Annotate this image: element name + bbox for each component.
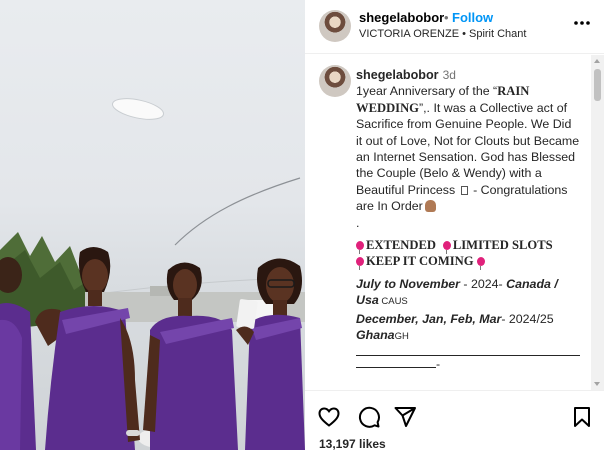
- post-time[interactable]: 3d: [443, 68, 456, 82]
- likes-count[interactable]: 13,197 likes: [319, 437, 386, 450]
- bridesmaids-photo: [0, 98, 305, 450]
- caption-limited-slots: LIMITED SLOTS: [452, 238, 553, 253]
- separator-dot: •: [444, 10, 449, 25]
- tour1-code: CAUS: [378, 296, 408, 308]
- caption-keep-it-coming: KEEP IT COMING: [366, 254, 474, 269]
- tour2-place: Ghana: [356, 328, 395, 343]
- scrollbar[interactable]: [591, 55, 604, 390]
- tour1-dates: July to November: [356, 276, 460, 291]
- action-bar: 13,197 likes: [305, 390, 604, 450]
- scrollbar-thumb[interactable]: [594, 69, 601, 101]
- caption-text-1: 1year Anniversary of the “: [356, 84, 498, 99]
- more-horizontal-icon[interactable]: [572, 13, 592, 33]
- scroll-up-arrow[interactable]: [594, 59, 600, 63]
- heart-icon[interactable]: [317, 405, 341, 429]
- balloon-emoji-icon: [477, 257, 485, 271]
- balloon-emoji-icon: [356, 257, 364, 271]
- post-media-image[interactable]: [0, 0, 305, 450]
- audio-track-link[interactable]: VICTORIA ORENZE • Spirit Chant: [359, 28, 526, 40]
- divider-end: -: [436, 356, 441, 371]
- balloon-emoji-icon: [356, 241, 364, 255]
- post-side-panel: shegelabobor • Follow VICTORIA ORENZE • …: [305, 0, 604, 450]
- bookmark-icon[interactable]: [570, 405, 594, 429]
- caption-dot-line: .: [356, 215, 360, 230]
- post-header: shegelabobor • Follow VICTORIA ORENZE • …: [305, 0, 604, 54]
- caption-extended: EXTENDED: [366, 238, 436, 253]
- comment-icon[interactable]: [357, 405, 381, 429]
- divider-line: [356, 346, 580, 356]
- tour1-year: - 2024-: [459, 276, 507, 291]
- divider-line-short: [356, 358, 436, 368]
- caption-author-avatar[interactable]: [319, 65, 351, 97]
- tour2-dates: December, Jan, Feb, Mar: [356, 311, 502, 326]
- scroll-down-arrow[interactable]: [594, 382, 600, 386]
- tour2-year: - 2024/25: [501, 311, 554, 326]
- hand-emoji-icon: [424, 200, 436, 213]
- author-username[interactable]: shegelabobor: [359, 10, 444, 25]
- balloon-emoji-icon: [442, 241, 451, 255]
- missing-glyph-icon: [460, 185, 468, 195]
- send-icon[interactable]: [393, 405, 417, 429]
- author-avatar[interactable]: [319, 10, 351, 42]
- follow-button[interactable]: Follow: [452, 10, 493, 25]
- caption-username[interactable]: shegelabobor: [356, 68, 439, 82]
- tour2-code: GH: [394, 331, 409, 343]
- comments-scroll-area[interactable]: shegelabobor 3d 1year Anniversary of the …: [305, 55, 604, 390]
- post-caption: shegelabobor 3d 1year Anniversary of the …: [356, 67, 580, 372]
